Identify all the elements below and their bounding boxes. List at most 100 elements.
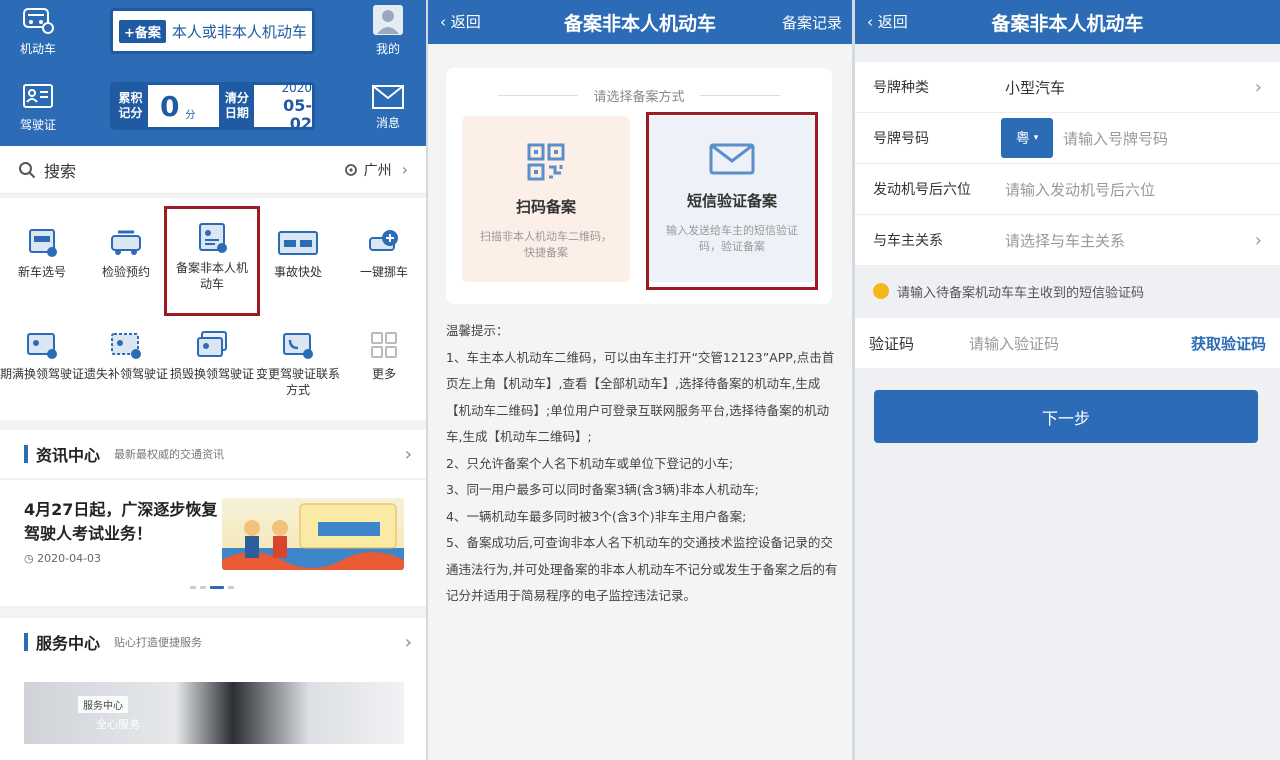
- nav-bar: ‹ 返回 备案非本人机动车 备案记录: [428, 0, 852, 44]
- car-icon: [23, 8, 54, 34]
- info-icon: [873, 283, 889, 299]
- grid-item-accident[interactable]: 事故快处: [256, 228, 340, 280]
- service-grid: 新车选号 检验预约 备案非本人机动车 事故快处 一键挪车 期满换领驾驶证 遗失补…: [0, 198, 426, 420]
- location-icon: [344, 163, 357, 176]
- section-accent: [24, 445, 28, 463]
- engine-input[interactable]: 请输入发动机号后六位: [1005, 179, 1155, 200]
- caret-down-icon: ▾: [1033, 133, 1039, 143]
- news-image: [222, 498, 404, 570]
- inspection-icon: [111, 230, 141, 255]
- sms-notice: 请输入待备案机动车车主收到的短信验证码: [855, 270, 1280, 312]
- form-panel: ‹ 返回 备案非本人机动车 号牌种类 小型汽车 › 号牌号码 粤 ▾ 请输入号牌…: [855, 0, 1280, 760]
- register-tag: +备案: [119, 19, 166, 43]
- move-car-icon: [369, 230, 398, 251]
- license-button[interactable]: 驾驶证: [8, 82, 68, 133]
- relation-label: 与车主关系: [873, 233, 943, 249]
- register-plate-button[interactable]: +备案 本人或非本人机动车: [110, 8, 315, 54]
- register-text: 本人或非本人机动车: [171, 22, 307, 41]
- message-button[interactable]: 消息: [358, 84, 418, 131]
- new-car-plate-icon: [29, 229, 57, 257]
- chevron-right-icon: ›: [1254, 76, 1262, 98]
- grid-item-new-plate[interactable]: 新车选号: [0, 228, 84, 280]
- engine-row: 发动机号后六位 请输入发动机号后六位: [855, 164, 1280, 215]
- method-card: 请选择备案方式 扫码备案 扫描非本人机动车二维码，快捷备案 短信验证备案 输入发…: [446, 68, 832, 304]
- scan-option-title: 扫码备案: [515, 198, 576, 216]
- grid-item-inspection[interactable]: 检验预约: [84, 228, 168, 280]
- license-damaged-icon: [197, 331, 227, 357]
- plate-type-value: 小型汽车: [1005, 78, 1066, 97]
- get-code-button[interactable]: 获取验证码: [1191, 333, 1266, 354]
- score-unit: 分: [185, 109, 196, 121]
- grid-item-license-damaged[interactable]: 损毁换领驾驶证: [170, 330, 254, 382]
- news-section-header[interactable]: 资讯中心 最新最权威的交通资讯 ›: [0, 430, 426, 478]
- highlight-box: [164, 206, 260, 316]
- service-banner[interactable]: 服务中心 全心服务: [24, 682, 404, 744]
- next-button[interactable]: 下一步: [874, 390, 1258, 443]
- search-icon: [19, 161, 36, 178]
- scan-qr-option[interactable]: 扫码备案 扫描非本人机动车二维码，快捷备案: [462, 116, 630, 282]
- service-subtitle: 贴心打造便捷服务: [114, 636, 203, 649]
- service-badge: 服务中心: [78, 696, 128, 713]
- service-caption: 全心服务: [96, 718, 140, 731]
- avatar-icon: [373, 5, 403, 35]
- chevron-right-icon: ›: [401, 160, 408, 179]
- highlight-box: [646, 112, 818, 290]
- page-title: 备案非本人机动车: [991, 13, 1144, 35]
- search-bar[interactable]: 搜索 广州 ›: [0, 146, 426, 194]
- chevron-right-icon: ›: [404, 443, 412, 465]
- grid-item-more[interactable]: 更多: [342, 330, 426, 382]
- tips-block: 温馨提示： 1、车主本人机动车二维码，可以由车主打开“交管12123”APP,点…: [446, 318, 838, 610]
- plate-number-label: 号牌号码: [873, 131, 929, 147]
- license-icon: [23, 84, 53, 108]
- section-accent: [24, 633, 28, 651]
- message-label: 消息: [375, 116, 400, 130]
- clock-icon: ◷: [24, 552, 34, 565]
- score-value: 0: [159, 89, 180, 123]
- vehicle-form: 号牌种类 小型汽车 › 号牌号码 粤 ▾ 请输入号牌号码 发动机号后六位 请输入…: [855, 62, 1280, 266]
- tip-item: 1、车主本人机动车二维码，可以由车主打开“交管12123”APP,点击首页左上角…: [446, 349, 835, 445]
- code-input[interactable]: 请输入验证码: [969, 333, 1191, 354]
- news-item-title: 4月27日起，广深逐步恢复驾驶人考试业务！: [24, 500, 218, 543]
- chevron-right-icon: ›: [404, 631, 412, 653]
- score-label: 累积 记分: [113, 85, 148, 127]
- search-label: 搜索: [44, 161, 77, 181]
- news-subtitle: 最新最权威的交通资讯: [114, 448, 225, 461]
- code-row: 验证码 请输入验证码 获取验证码: [855, 318, 1280, 368]
- home-panel: 机动车 驾驶证 +备案 本人或非本人机动车 累积 记分 0 分 清分 日期 20…: [0, 0, 426, 760]
- plate-number-row: 号牌号码 粤 ▾ 请输入号牌号码: [855, 113, 1280, 164]
- tip-item: 2、只允许备案个人名下机动车或单位下登记的小车;: [446, 455, 734, 471]
- engine-label: 发动机号后六位: [873, 182, 971, 198]
- chevron-right-icon: ›: [1254, 229, 1262, 251]
- home-header: 机动车 驾驶证 +备案 本人或非本人机动车 累积 记分 0 分 清分 日期 20…: [0, 0, 426, 146]
- grid-item-license-lost[interactable]: 遗失补领驾驶证: [84, 330, 168, 382]
- grid-item-license-renew[interactable]: 期满换领驾驶证: [0, 330, 84, 382]
- divider: [700, 95, 780, 96]
- grid-item-move-car[interactable]: 一键挪车: [342, 228, 426, 280]
- score-card[interactable]: 累积 记分 0 分 清分 日期 2020 05-02: [110, 81, 315, 133]
- plate-type-label: 号牌种类: [873, 80, 929, 96]
- tips-heading: 温馨提示：: [446, 323, 509, 338]
- province-select[interactable]: 粤 ▾: [1001, 118, 1053, 158]
- vehicle-label: 机动车: [19, 42, 56, 56]
- vehicle-button[interactable]: 机动车: [8, 6, 68, 57]
- plate-number-input[interactable]: 请输入号牌号码: [1063, 128, 1168, 149]
- mine-button[interactable]: 我的: [358, 4, 418, 57]
- mail-icon: [372, 85, 404, 109]
- service-title: 服务中心: [36, 634, 101, 653]
- clear-date: 2020 05-02: [281, 81, 313, 133]
- plate-type-row[interactable]: 号牌种类 小型汽车 ›: [855, 62, 1280, 113]
- clear-date-label: 清分 日期: [219, 85, 255, 127]
- service-section-header[interactable]: 服务中心 贴心打造便捷服务 ›: [0, 618, 426, 666]
- grid-item-contact-change[interactable]: 变更驾驶证联系方式: [256, 330, 340, 398]
- city-selector[interactable]: 广州: [364, 160, 392, 180]
- notice-text: 请输入待备案机动车车主收到的短信验证码: [897, 285, 1145, 301]
- scan-option-desc: 扫描非本人机动车二维码，快捷备案: [480, 230, 612, 259]
- license-label: 驾驶证: [19, 118, 56, 132]
- records-link[interactable]: 备案记录: [782, 12, 842, 33]
- license-renew-icon: [27, 333, 57, 359]
- relation-row[interactable]: 与车主关系 请选择与车主关系 ›: [855, 215, 1280, 266]
- mine-label: 我的: [375, 42, 400, 56]
- carousel-dots: [190, 586, 234, 589]
- news-card[interactable]: 4月27日起，广深逐步恢复驾驶人考试业务！ ◷ 2020-04-03: [0, 480, 426, 606]
- code-label: 验证码: [869, 334, 915, 353]
